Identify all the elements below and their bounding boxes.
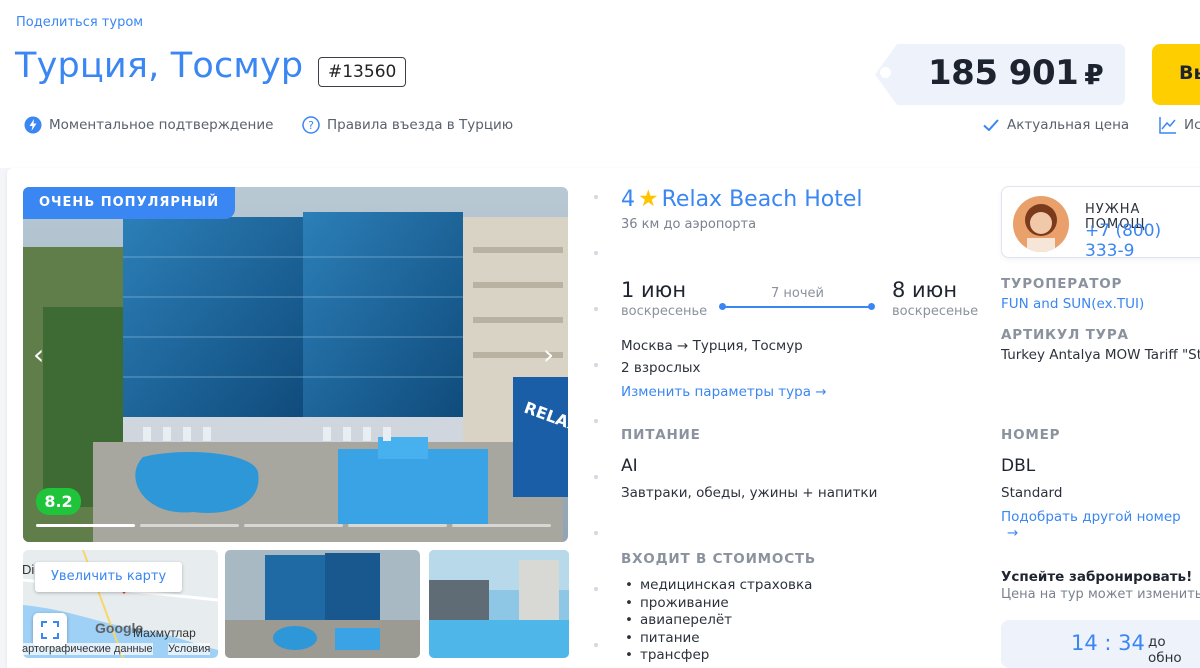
avatar — [1013, 196, 1069, 252]
star-icon: ★ — [638, 186, 659, 212]
included-section-label: ВХОДИТ В СТОИМОСТЬ — [621, 551, 817, 567]
divider-dot — [594, 475, 598, 479]
divider-dot — [594, 643, 598, 647]
end-date: 8 июн — [892, 278, 958, 302]
enlarge-map-button[interactable]: Увеличить карту — [35, 562, 183, 592]
map-corner-label: Di — [22, 562, 35, 577]
hotel-photo-main[interactable]: RELAX — [23, 187, 568, 542]
chevron-right-icon[interactable]: › — [543, 338, 554, 371]
end-weekday: воскресенье — [892, 304, 979, 319]
price-value: 185 901 — [928, 53, 1079, 93]
slide-indicator[interactable] — [348, 524, 447, 527]
arrow-right-icon: → — [815, 384, 827, 400]
svg-text:?: ? — [308, 119, 314, 132]
price-tag-hole — [880, 67, 891, 78]
room-code: DBL — [1001, 456, 1036, 476]
divider-dot — [594, 587, 598, 591]
change-tour-params-link[interactable]: Изменить параметры тура → — [621, 384, 827, 400]
divider-dot — [594, 195, 598, 199]
operator-link[interactable]: FUN and SUN(ex.TUI) — [1001, 296, 1144, 312]
slide-indicator[interactable] — [140, 524, 239, 527]
slide-indicator[interactable] — [452, 524, 551, 527]
room-section-label: НОМЕР — [1001, 427, 1061, 443]
instant-confirmation-label: Моментальное подтверждение — [49, 117, 274, 133]
actual-price-label: Актуальная цена — [1007, 117, 1130, 133]
divider-dots — [594, 195, 600, 665]
start-weekday: воскресенье — [621, 304, 708, 319]
help-phone[interactable]: +7 (800) 333-9 — [1085, 221, 1200, 261]
chart-icon — [1159, 116, 1177, 134]
hotel-photo-image: RELAX — [23, 187, 568, 542]
buy-button[interactable]: Вы — [1152, 44, 1200, 105]
hotel-title[interactable]: 4 ★ Relax Beach Hotel — [621, 186, 862, 212]
airport-distance: 36 км до аэропорта — [621, 217, 757, 232]
entry-rules-link[interactable]: ? Правила въезда в Турцию — [302, 116, 513, 134]
booking-subtitle: Цена на тур может измениться — [1001, 587, 1200, 602]
included-item: проживание — [625, 595, 812, 613]
operator-label: ТУРОПЕРАТОР — [1001, 276, 1123, 292]
meal-description: Завтраки, обеды, ужины + напитки — [621, 485, 878, 501]
instant-confirmation: Моментальное подтверждение — [24, 116, 273, 134]
currency-symbol: ₽ — [1084, 58, 1104, 91]
map-city-label: Махмутлар — [133, 626, 196, 640]
price-history-label: Ис — [1184, 117, 1200, 133]
timer-suffix: до обно — [1148, 634, 1182, 666]
divider-dot — [594, 531, 598, 535]
divider-dot — [594, 251, 598, 255]
change-tour-params-label: Изменить параметры тура — [621, 384, 811, 400]
map-credits: артографические данные — [22, 643, 153, 655]
tour-id-badge: #13560 — [318, 57, 407, 87]
actual-price-note: Актуальная цена — [982, 116, 1129, 134]
thumbnail-image — [225, 550, 420, 658]
article-value: Turkey Antalya MOW Tariff "Stan — [1001, 347, 1200, 363]
slide-indicators — [36, 524, 551, 527]
guests: 2 взрослых — [621, 360, 701, 376]
countdown-timer: 14 : 34 — [1071, 631, 1145, 655]
included-item: авиаперелёт — [625, 612, 812, 630]
popular-badge: ОЧЕНЬ ПОПУЛЯРНЫЙ — [23, 187, 236, 219]
page-title: Турция, Тосмур — [15, 46, 304, 86]
photo-thumbnail[interactable] — [225, 550, 420, 658]
room-type: Standard — [1001, 485, 1063, 501]
change-room-label: Подобрать другой номер — [1001, 509, 1181, 525]
included-item: медицинская страховка — [625, 577, 812, 595]
photo-thumbnail[interactable] — [429, 550, 569, 658]
start-date: 1 июн — [621, 278, 687, 302]
slide-indicator[interactable] — [244, 524, 343, 527]
hotel-name: Relax Beach Hotel — [661, 186, 863, 212]
slide-indicator[interactable] — [36, 524, 135, 527]
check-icon — [982, 116, 1000, 134]
share-tour-link[interactable]: Поделиться туром — [16, 15, 143, 30]
nights-count: 7 ночей — [771, 286, 824, 301]
included-item: трансфер — [625, 647, 812, 665]
meal-code: AI — [621, 456, 638, 476]
route: Москва → Турция, Тосмур — [621, 338, 803, 354]
arrow-right-icon: → — [1007, 525, 1019, 541]
chevron-left-icon[interactable]: ‹ — [33, 338, 44, 371]
thumbnail-image — [429, 550, 569, 658]
lightning-icon — [24, 116, 42, 134]
map-terms-link[interactable]: Условия — [168, 643, 211, 655]
article-label: АРТИКУЛ ТУРА — [1001, 327, 1129, 343]
divider-dot — [594, 363, 598, 367]
rating-badge: 8.2 — [36, 488, 81, 515]
booking-title: Успейте забронировать! — [1001, 569, 1193, 585]
included-list: медицинская страховкапроживаниеавиаперел… — [625, 577, 812, 665]
change-room-link[interactable]: Подобрать другой номер → — [1001, 509, 1200, 541]
divider-dot — [594, 419, 598, 423]
fullscreen-icon[interactable] — [33, 613, 67, 647]
price-history-link[interactable]: Ис — [1159, 116, 1200, 134]
question-icon: ? — [302, 116, 320, 134]
entry-rules-label: Правила въезда в Турцию — [327, 117, 514, 133]
divider-dot — [594, 307, 598, 311]
meal-section-label: ПИТАНИЕ — [621, 427, 701, 443]
nights-line — [719, 303, 875, 310]
tour-price: 185 901 ₽ — [928, 53, 1104, 93]
included-item: питание — [625, 630, 812, 648]
hotel-stars-count: 4 — [621, 186, 635, 212]
